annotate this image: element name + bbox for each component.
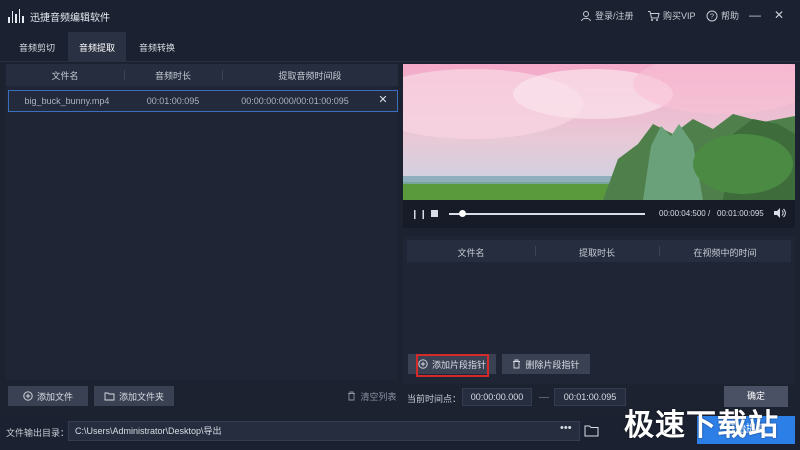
end-time-input[interactable]: 00:01:00.095: [554, 388, 626, 406]
login-label: 登录/注册: [595, 11, 634, 21]
svg-text:?: ?: [710, 11, 714, 20]
video-preview[interactable]: [403, 64, 795, 200]
output-dir-label: 文件输出目录：: [6, 428, 70, 438]
tab-audio-convert[interactable]: 音频转换: [126, 32, 188, 62]
tab-audio-extract[interactable]: 音频提取: [68, 32, 126, 62]
range-dash: [539, 397, 549, 398]
column-header-filename: 文件名: [51, 71, 79, 81]
help-label: 帮助: [721, 11, 740, 21]
time-point-label: 当前时间点：: [407, 394, 462, 404]
watermark: 极速下载站: [624, 409, 779, 442]
login-link[interactable]: 登录/注册: [580, 9, 634, 22]
delete-segment-pointer-button[interactable]: 删除片段指针: [502, 354, 590, 374]
app-logo-icon: [8, 9, 24, 23]
row-filename: big_buck_bunny.mp4: [24, 96, 110, 106]
trash-icon: [348, 391, 356, 401]
delete-segment-pointer-label: 删除片段指针: [525, 359, 580, 370]
row-segment: 00:00:00:000/00:01:00:095: [241, 96, 349, 106]
add-file-button[interactable]: 添加文件: [8, 386, 88, 406]
tab-audio-cut[interactable]: 音频剪切: [6, 32, 68, 62]
app-title: 迅捷音频编辑软件: [30, 13, 110, 24]
column-header-duration: 音频时长: [154, 71, 191, 81]
highlight-box: [416, 354, 489, 377]
add-folder-button[interactable]: 添加文件夹: [94, 386, 174, 406]
close-window-button[interactable]: ✕: [772, 8, 786, 22]
seek-slider[interactable]: [449, 213, 645, 215]
time-separator: /: [708, 209, 711, 218]
remove-row-icon[interactable]: ✕: [378, 94, 388, 106]
browse-dots-button[interactable]: •••: [560, 422, 572, 434]
column-header-segment-filename: 文件名: [457, 248, 485, 258]
column-header-time-in-video: 在视频中的时间: [693, 248, 757, 258]
trash-icon: [513, 359, 521, 369]
plus-circle-icon: [23, 391, 33, 401]
add-file-label: 添加文件: [36, 391, 73, 402]
minimize-button[interactable]: —: [748, 8, 762, 22]
output-path-field[interactable]: C:\Users\Administrator\Desktop\导出: [68, 421, 580, 441]
folder-icon: [104, 392, 115, 401]
total-time: 00:01:00:095: [717, 209, 764, 218]
pause-button[interactable]: ❙❙: [411, 209, 428, 220]
row-duration: 00:01:00:095: [146, 96, 200, 106]
clear-list-label: 清空列表: [360, 391, 397, 402]
stop-button[interactable]: [431, 210, 438, 217]
buy-vip-link[interactable]: 购买VIP: [647, 9, 696, 22]
buy-vip-label: 购买VIP: [663, 11, 696, 21]
current-time: 00:00:04:500: [659, 209, 706, 218]
help-link[interactable]: ? 帮助: [706, 9, 739, 22]
column-header-segment: 提取音频时间段: [278, 71, 342, 81]
help-icon: ?: [706, 10, 718, 21]
column-header-extract-duration: 提取时长: [578, 248, 615, 258]
volume-icon[interactable]: [773, 207, 787, 219]
start-time-input[interactable]: 00:00:00.000: [462, 388, 532, 406]
add-folder-label: 添加文件夹: [118, 391, 164, 402]
clear-list-button[interactable]: 清空列表: [346, 386, 398, 406]
open-folder-icon[interactable]: [584, 424, 599, 437]
cart-icon: [648, 10, 660, 21]
user-icon: [581, 10, 591, 21]
